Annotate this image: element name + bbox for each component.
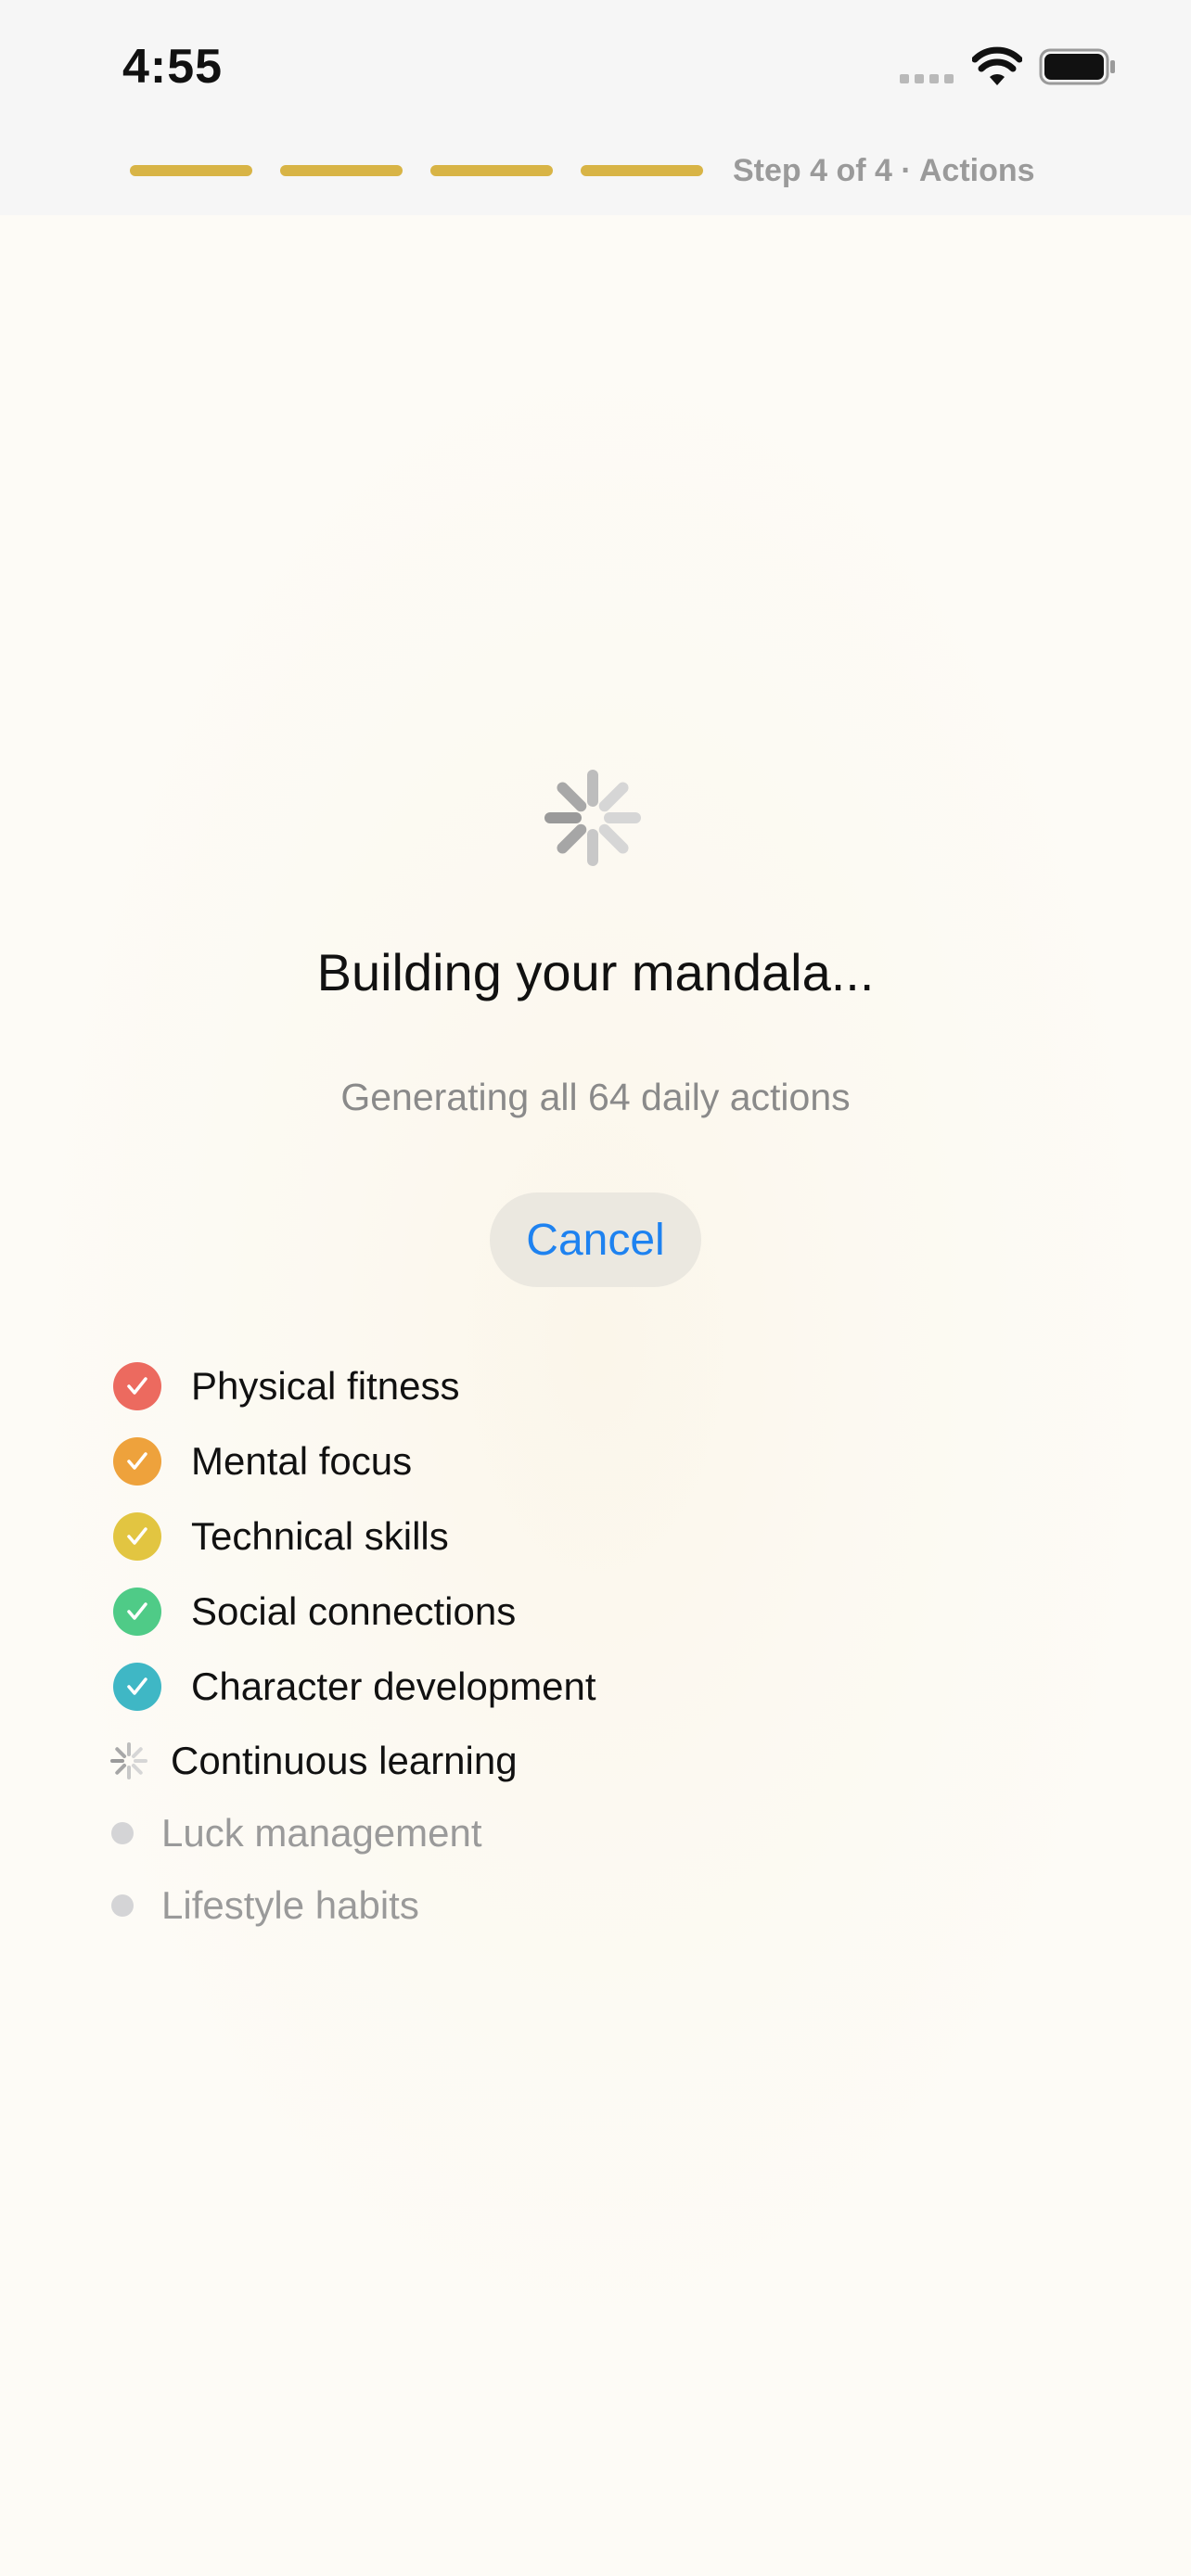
category-item: Technical skills <box>113 1504 449 1569</box>
screen: 4:55 Step 4 of 4 · Actions Building your… <box>0 0 1191 2576</box>
cancel-button[interactable]: Cancel <box>490 1192 701 1287</box>
status-time: 4:55 <box>122 40 224 94</box>
category-label: Social connections <box>191 1589 517 1633</box>
checkmark-icon <box>113 1588 161 1636</box>
category-label: Technical skills <box>191 1514 449 1558</box>
checkmark-icon <box>113 1362 161 1410</box>
category-label: Continuous learning <box>171 1739 518 1782</box>
loading-spinner-icon <box>544 770 641 866</box>
category-item: Character development <box>113 1654 596 1719</box>
pending-dot-icon <box>111 1822 134 1844</box>
progress-segment <box>280 165 403 176</box>
battery-icon <box>1039 48 1115 85</box>
page-subtitle: Generating all 64 daily actions <box>340 1076 851 1118</box>
category-label: Physical fitness <box>191 1364 460 1408</box>
category-item: Lifestyle habits <box>111 1873 419 1938</box>
category-label: Luck management <box>161 1811 482 1855</box>
checkmark-icon <box>113 1437 161 1486</box>
checkmark-icon <box>113 1663 161 1711</box>
step-label: Step 4 of 4 · Actions <box>733 153 1035 188</box>
progress-segment <box>130 165 252 176</box>
pending-dot-icon <box>111 1894 134 1917</box>
category-label: Character development <box>191 1664 596 1708</box>
category-item: Luck management <box>111 1801 482 1866</box>
page-title: Building your mandala... <box>316 943 875 1001</box>
progress-segment <box>581 165 703 176</box>
loading-spinner-icon <box>110 1742 147 1779</box>
checkmark-icon <box>113 1512 161 1561</box>
progress-segment <box>430 165 553 176</box>
wifi-icon <box>972 46 1022 85</box>
category-item: Social connections <box>113 1579 516 1644</box>
header: 4:55 Step 4 of 4 · Actions <box>0 0 1191 215</box>
category-item: Mental focus <box>113 1429 412 1494</box>
category-item: Continuous learning <box>109 1728 518 1793</box>
step-progress <box>130 165 703 176</box>
category-label: Lifestyle habits <box>161 1883 419 1927</box>
category-item: Physical fitness <box>113 1354 459 1419</box>
cellular-signal-icon <box>900 74 954 83</box>
category-label: Mental focus <box>191 1439 413 1483</box>
